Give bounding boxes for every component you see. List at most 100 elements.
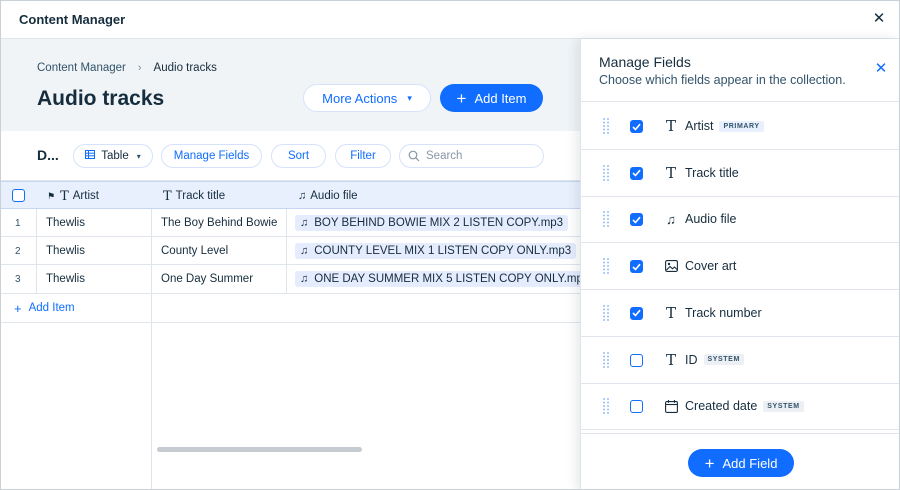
- plus-icon: +: [456, 88, 467, 108]
- cell-track-title[interactable]: County Level: [161, 237, 228, 265]
- more-actions-label: More Actions: [322, 90, 398, 106]
- horizontal-scrollbar[interactable]: [157, 447, 362, 452]
- search-input[interactable]: [426, 150, 536, 162]
- cell-audio-file[interactable]: ♫ BOY BEHIND BOWIE MIX 2 LISTEN COPY.mp3: [295, 209, 569, 237]
- more-actions-button[interactable]: More Actions ▾: [303, 84, 431, 112]
- field-visibility-checkbox[interactable]: [630, 400, 643, 414]
- field-visibility-checkbox[interactable]: [630, 306, 643, 320]
- breadcrumb-item-content-manager[interactable]: Content Manager: [37, 62, 126, 74]
- cell-audio-file[interactable]: ♫ ONE DAY SUMMER MIX 5 LISTEN COPY ONLY.m…: [295, 265, 595, 293]
- table-row[interactable]: 2 Thewlis County Level ♫ COUNTY LEVEL MIX…: [1, 237, 581, 265]
- field-name-label: Track number: [685, 305, 762, 320]
- music-note-icon: ♫: [300, 245, 309, 257]
- field-row[interactable]: T ID SYSTEM: [581, 337, 899, 384]
- audio-file-name: COUNTY LEVEL MIX 1 LISTEN COPY ONLY.mp3: [314, 245, 572, 257]
- field-row[interactable]: T Track number: [581, 290, 899, 337]
- field-row[interactable]: T Track title: [581, 150, 899, 197]
- field-name: Created date SYSTEM: [685, 399, 804, 413]
- table-icon: [85, 150, 96, 162]
- field-row[interactable]: ♫ Audio file: [581, 196, 899, 244]
- field-row[interactable]: Created date SYSTEM: [581, 383, 899, 431]
- cell-audio-file[interactable]: ♫ COUNTY LEVEL MIX 1 LISTEN COPY ONLY.mp3: [295, 237, 577, 265]
- panel-subtitle: Choose which fields appear in the collec…: [599, 73, 846, 87]
- search-box[interactable]: [399, 144, 544, 168]
- drag-handle-icon[interactable]: [601, 164, 611, 182]
- manage-fields-button[interactable]: Manage Fields: [161, 144, 262, 168]
- column-header-audio-file[interactable]: ♫ Audio file: [298, 182, 358, 210]
- drag-handle-icon[interactable]: [601, 210, 611, 228]
- field-visibility-checkbox[interactable]: [630, 213, 643, 227]
- view-select-label: Table: [101, 150, 129, 162]
- field-badge: SYSTEM: [703, 354, 744, 365]
- plus-icon: +: [704, 453, 715, 473]
- app-title: Content Manager: [19, 12, 126, 27]
- text-icon: T: [665, 350, 676, 369]
- drag-handle-icon[interactable]: [601, 351, 611, 369]
- column-header-track-title[interactable]: T Track title: [163, 182, 225, 210]
- drag-handle-icon[interactable]: [601, 257, 611, 275]
- music-note-icon: ♫: [300, 217, 309, 229]
- close-icon[interactable]: ✕: [871, 11, 887, 27]
- audio-file-name: ONE DAY SUMMER MIX 5 LISTEN COPY ONLY.mp…: [314, 273, 590, 285]
- music-note-icon: ♫: [666, 211, 676, 227]
- select-all-checkbox[interactable]: [12, 189, 25, 202]
- field-name: ID SYSTEM: [685, 353, 744, 367]
- column-header-artist[interactable]: ⚑ T Artist: [47, 182, 99, 210]
- field-name-label: Artist: [685, 119, 714, 133]
- search-icon: [408, 150, 420, 162]
- add-field-button[interactable]: + Add Field: [688, 449, 794, 477]
- music-note-icon: ♫: [298, 190, 307, 202]
- panel-header: Manage Fields Choose which fields appear…: [581, 39, 899, 102]
- table-header: ⚑ T Artist T Track title ♫ Audio file: [1, 181, 581, 209]
- cell-artist[interactable]: Thewlis: [46, 265, 85, 293]
- checkmark-icon: [632, 309, 641, 317]
- image-icon: [664, 258, 678, 274]
- page-title: Audio tracks: [37, 87, 165, 110]
- field-visibility-checkbox[interactable]: [630, 120, 643, 133]
- field-visibility-checkbox[interactable]: [630, 260, 643, 274]
- row-number: 1: [15, 217, 21, 229]
- chevron-down-icon: ▾: [136, 151, 141, 161]
- checkmark-icon: [632, 263, 641, 271]
- add-item-row-button[interactable]: + Add Item: [1, 294, 151, 322]
- content-manager-window: Content Manager ✕ Content Manager › Audi…: [0, 0, 900, 490]
- field-badge: SYSTEM: [763, 400, 804, 412]
- text-icon: T: [163, 188, 172, 204]
- audio-file-chip[interactable]: ♫ COUNTY LEVEL MIX 1 LISTEN COPY ONLY.mp3: [295, 243, 577, 259]
- field-name-label: Created date: [685, 399, 758, 414]
- field-name-label: ID: [685, 352, 698, 367]
- cell-artist[interactable]: Thewlis: [46, 209, 85, 237]
- page-header: Content Manager › Audio tracks Audio tra…: [1, 39, 581, 131]
- plus-icon: +: [14, 300, 22, 316]
- drag-handle-icon[interactable]: [601, 117, 611, 135]
- drag-handle-icon[interactable]: [601, 397, 611, 415]
- table-row[interactable]: 3 Thewlis One Day Summer ♫ ONE DAY SUMMER…: [1, 265, 595, 294]
- drag-handle-icon[interactable]: [601, 304, 611, 322]
- field-row[interactable]: T Artist PRIMARY: [581, 103, 899, 150]
- field-name: Audio file: [685, 212, 736, 226]
- row-number: 2: [15, 245, 21, 257]
- column-header-label: Track title: [175, 190, 226, 202]
- field-visibility-checkbox[interactable]: [630, 166, 643, 180]
- sort-button[interactable]: Sort: [271, 144, 326, 168]
- close-icon[interactable]: ✕: [873, 61, 889, 77]
- field-visibility-checkbox[interactable]: [630, 353, 643, 367]
- cell-track-title[interactable]: One Day Summer: [161, 265, 253, 293]
- text-icon: T: [665, 303, 676, 322]
- collection-title: D...: [37, 147, 59, 163]
- text-icon: T: [665, 117, 676, 135]
- audio-file-chip[interactable]: ♫ BOY BEHIND BOWIE MIX 2 LISTEN COPY.mp3: [295, 215, 569, 231]
- audio-file-name: BOY BEHIND BOWIE MIX 2 LISTEN COPY.mp3: [314, 217, 564, 229]
- table-row[interactable]: 1 Thewlis The Boy Behind Bowie ♫ BOY BEHI…: [1, 209, 581, 237]
- field-name: Track title: [685, 166, 739, 180]
- data-table: ⚑ T Artist T Track title ♫ Audio file 1 …: [1, 181, 595, 489]
- add-item-button[interactable]: + Add Item: [440, 84, 543, 112]
- cell-track-title[interactable]: The Boy Behind Bowie: [161, 209, 277, 237]
- cell-artist[interactable]: Thewlis: [46, 237, 85, 265]
- breadcrumb-item-current: Audio tracks: [153, 62, 217, 74]
- field-row[interactable]: Cover art: [581, 243, 899, 291]
- filter-button[interactable]: Filter: [335, 144, 391, 168]
- row-number: 3: [15, 273, 21, 285]
- view-select[interactable]: Table ▾: [73, 144, 153, 168]
- audio-file-chip[interactable]: ♫ ONE DAY SUMMER MIX 5 LISTEN COPY ONLY.m…: [295, 271, 595, 287]
